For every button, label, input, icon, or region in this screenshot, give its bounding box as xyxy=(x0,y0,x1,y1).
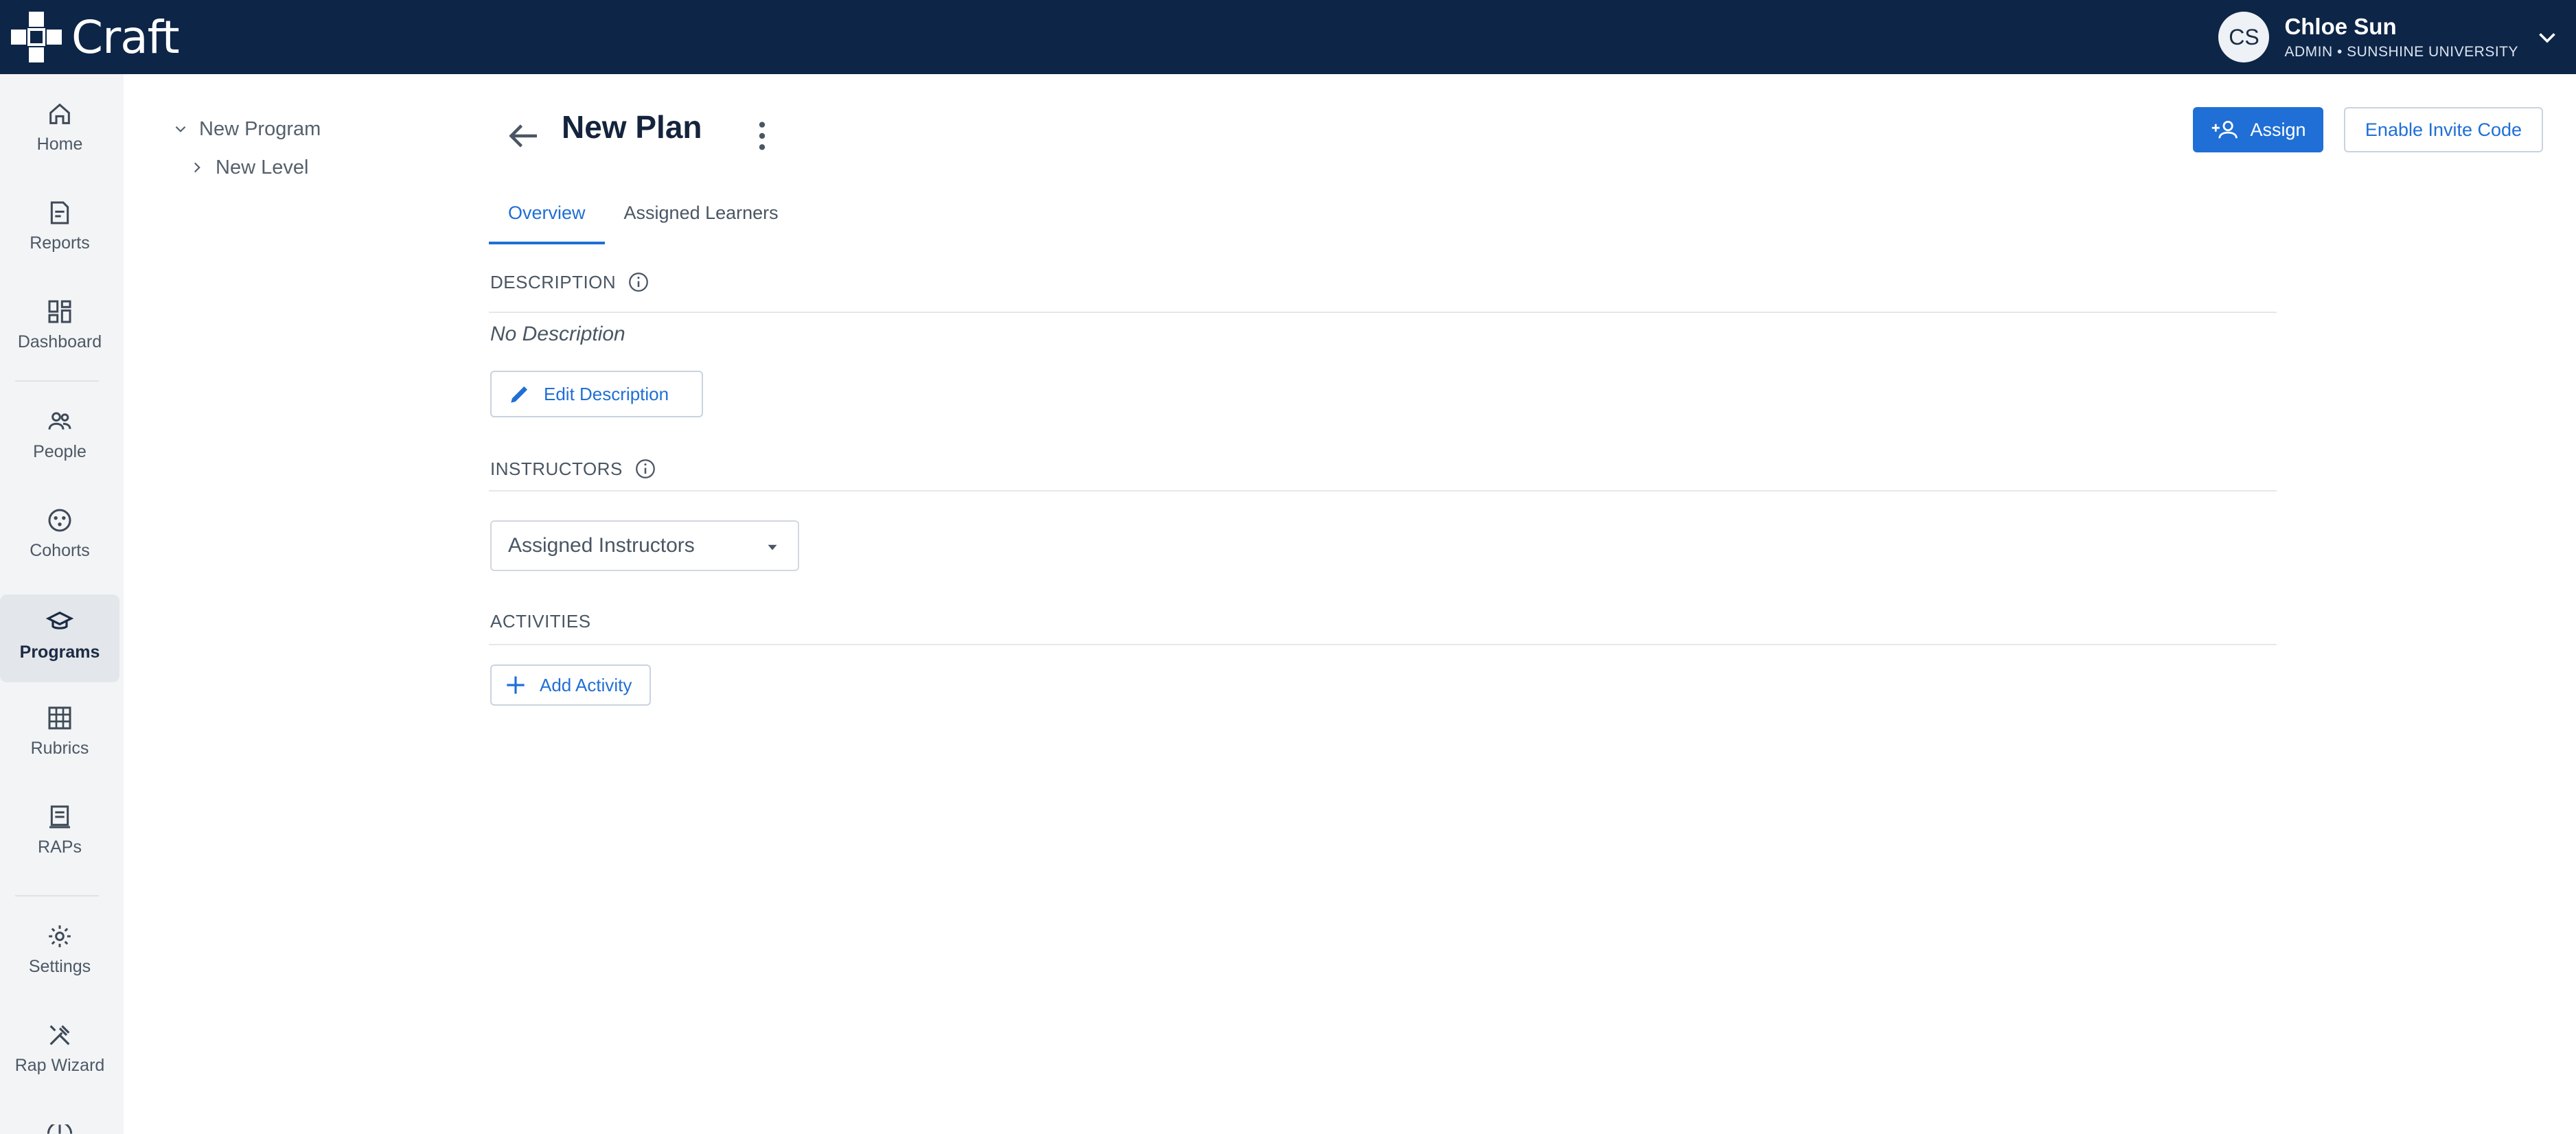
programs-icon xyxy=(46,611,73,629)
section-label: DESCRIPTION xyxy=(490,271,617,292)
globe-icon[interactable] xyxy=(46,1124,73,1134)
user-menu[interactable]: CS Chloe Sun ADMIN • SUNSHINE UNIVERSITY xyxy=(2218,10,2560,65)
divider xyxy=(489,312,2277,313)
tools-icon xyxy=(49,1025,70,1045)
nav-item-raps[interactable]: RAPs xyxy=(0,789,119,877)
nav-label: Rubrics xyxy=(30,739,89,758)
cohorts-icon xyxy=(48,509,71,532)
nav-label: People xyxy=(33,442,87,461)
craft-logo-icon xyxy=(11,12,62,62)
back-arrow-icon[interactable] xyxy=(503,115,544,157)
chevron-right-icon[interactable] xyxy=(188,159,206,176)
gear-icon xyxy=(49,925,71,947)
pencil-icon xyxy=(511,386,528,403)
top-bar: Craft CS Chloe Sun ADMIN • SUNSHINE UNIV… xyxy=(0,0,2576,74)
craft-logo[interactable]: Craft xyxy=(8,10,180,65)
nav-divider xyxy=(15,895,99,896)
assigned-instructors-select[interactable]: Assigned Instructors xyxy=(490,520,799,571)
dropdown-arrow-icon xyxy=(768,544,777,551)
nav-label: Rap Wizard xyxy=(14,1056,105,1075)
section-label: ACTIVITIES xyxy=(490,611,591,632)
tree-item-program[interactable]: New Program xyxy=(172,110,321,148)
info-icon[interactable] xyxy=(634,457,657,481)
select-value: Assigned Instructors xyxy=(508,534,695,557)
edit-description-button[interactable]: Edit Description xyxy=(490,371,703,417)
tab-overview[interactable]: Overview xyxy=(489,188,605,244)
tabs: Overview Assigned Learners xyxy=(489,188,798,244)
left-nav: Home Reports Dashboard People Cohorts Pr… xyxy=(0,74,124,1134)
user-name: Chloe Sun xyxy=(2284,14,2397,39)
add-activity-button[interactable]: Add Activity xyxy=(490,664,651,706)
nav-divider xyxy=(15,380,99,382)
section-label: INSTRUCTORS xyxy=(490,458,623,479)
button-label: Assign xyxy=(2250,119,2306,140)
divider xyxy=(489,490,2277,491)
nav-label: Programs xyxy=(19,643,100,662)
nav-item-rap-wizard[interactable]: Rap Wizard xyxy=(0,1008,119,1096)
dashboard-icon xyxy=(48,300,71,323)
tab-assigned-learners[interactable]: Assigned Learners xyxy=(605,188,798,244)
chevron-down-icon[interactable] xyxy=(172,120,189,138)
nav-item-people[interactable]: People xyxy=(0,394,119,482)
activities-heading: ACTIVITIES xyxy=(490,611,591,632)
reports-icon xyxy=(50,201,69,224)
nav-item-reports[interactable]: Reports xyxy=(0,185,119,273)
home-icon xyxy=(49,103,70,124)
avatar: CS xyxy=(2218,12,2270,62)
tabs-underline xyxy=(489,242,2277,243)
tree-item-level[interactable]: New Level xyxy=(172,148,321,187)
people-icon xyxy=(48,412,71,430)
nav-item-home[interactable]: Home xyxy=(0,86,119,174)
user-role: ADMIN • SUNSHINE UNIVERSITY xyxy=(2284,44,2518,60)
plus-icon xyxy=(507,676,525,694)
tree-item-label: New Level xyxy=(216,156,309,178)
chevron-down-icon[interactable] xyxy=(2535,25,2560,49)
nav-item-programs[interactable]: Programs xyxy=(0,594,119,682)
description-heading: DESCRIPTION xyxy=(490,270,650,294)
nav-label: RAPs xyxy=(38,837,82,857)
page-title: New Plan xyxy=(562,109,702,145)
tree-item-label: New Program xyxy=(199,117,321,140)
assign-button[interactable]: Assign xyxy=(2193,107,2323,152)
nav-item-cohorts[interactable]: Cohorts xyxy=(0,493,119,581)
add-person-icon xyxy=(2212,120,2238,139)
program-tree: New Program New Level xyxy=(172,110,321,187)
raps-icon xyxy=(49,805,70,829)
nav-item-settings[interactable]: Settings xyxy=(0,909,119,997)
info-icon[interactable] xyxy=(627,270,650,294)
nav-label: Cohorts xyxy=(30,541,90,560)
nav-item-rubrics[interactable]: Rubrics xyxy=(0,691,119,778)
button-label: Edit Description xyxy=(544,383,669,404)
more-options-icon[interactable] xyxy=(743,115,781,157)
divider xyxy=(489,644,2277,645)
description-value: No Description xyxy=(490,323,625,345)
nav-label: Settings xyxy=(28,957,91,976)
button-label: Add Activity xyxy=(540,674,632,695)
nav-item-dashboard[interactable]: Dashboard xyxy=(0,284,119,372)
nav-label: Reports xyxy=(30,233,90,253)
nav-label: Home xyxy=(36,135,83,154)
nav-label: Dashboard xyxy=(17,332,102,351)
app-name: Craft xyxy=(71,10,180,64)
rubrics-icon xyxy=(48,706,71,730)
enable-invite-code-button[interactable]: Enable Invite Code xyxy=(2344,107,2543,152)
instructors-heading: INSTRUCTORS xyxy=(490,457,657,481)
